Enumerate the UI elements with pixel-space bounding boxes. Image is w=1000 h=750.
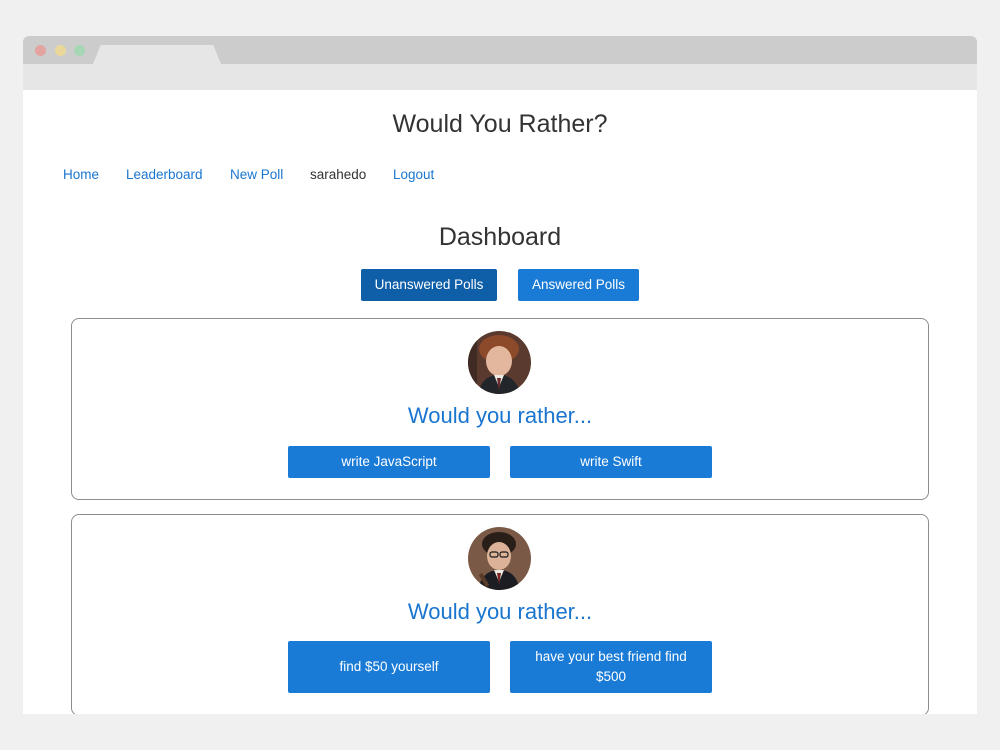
nav-home-link[interactable]: Home	[63, 167, 99, 182]
browser-toolbar	[23, 64, 977, 90]
browser-titlebar	[23, 36, 977, 64]
avatar-image	[468, 331, 531, 394]
nav-current-user: sarahedo	[310, 167, 367, 182]
page-content: Would You Rather? Home Leaderboard New P…	[23, 90, 977, 714]
poll-option-one-button[interactable]: write JavaScript	[288, 446, 490, 478]
browser-window: Would You Rather? Home Leaderboard New P…	[23, 36, 977, 714]
nav-leaderboard-link[interactable]: Leaderboard	[126, 167, 203, 182]
poll-card: Would you rather... find $50 yourself ha…	[71, 514, 929, 714]
poll-heading: Would you rather...	[407, 599, 593, 624]
harry-potter-avatar	[468, 527, 531, 590]
browser-tab[interactable]	[93, 45, 221, 64]
poll-option-two-button[interactable]: write Swift	[510, 446, 712, 478]
answered-polls-button[interactable]: Answered Polls	[518, 269, 639, 301]
poll-heading: Would you rather...	[407, 403, 593, 428]
maximize-window-icon[interactable]	[74, 45, 85, 56]
dashboard-title: Dashboard	[438, 223, 562, 251]
nav-new-poll-link[interactable]: New Poll	[230, 167, 283, 182]
app-title: Would You Rather?	[392, 110, 608, 138]
poll-option-two-button[interactable]: have your best friend find $500	[510, 641, 712, 693]
ron-weasley-avatar	[468, 331, 531, 394]
nav-logout-link[interactable]: Logout	[393, 167, 434, 182]
avatar-image	[468, 527, 531, 590]
minimize-window-icon[interactable]	[55, 45, 66, 56]
poll-option-one-button[interactable]: find $50 yourself	[288, 641, 490, 693]
poll-card: Would you rather... write JavaScript wri…	[71, 318, 929, 500]
close-window-icon[interactable]	[35, 45, 46, 56]
unanswered-polls-button[interactable]: Unanswered Polls	[361, 269, 497, 301]
